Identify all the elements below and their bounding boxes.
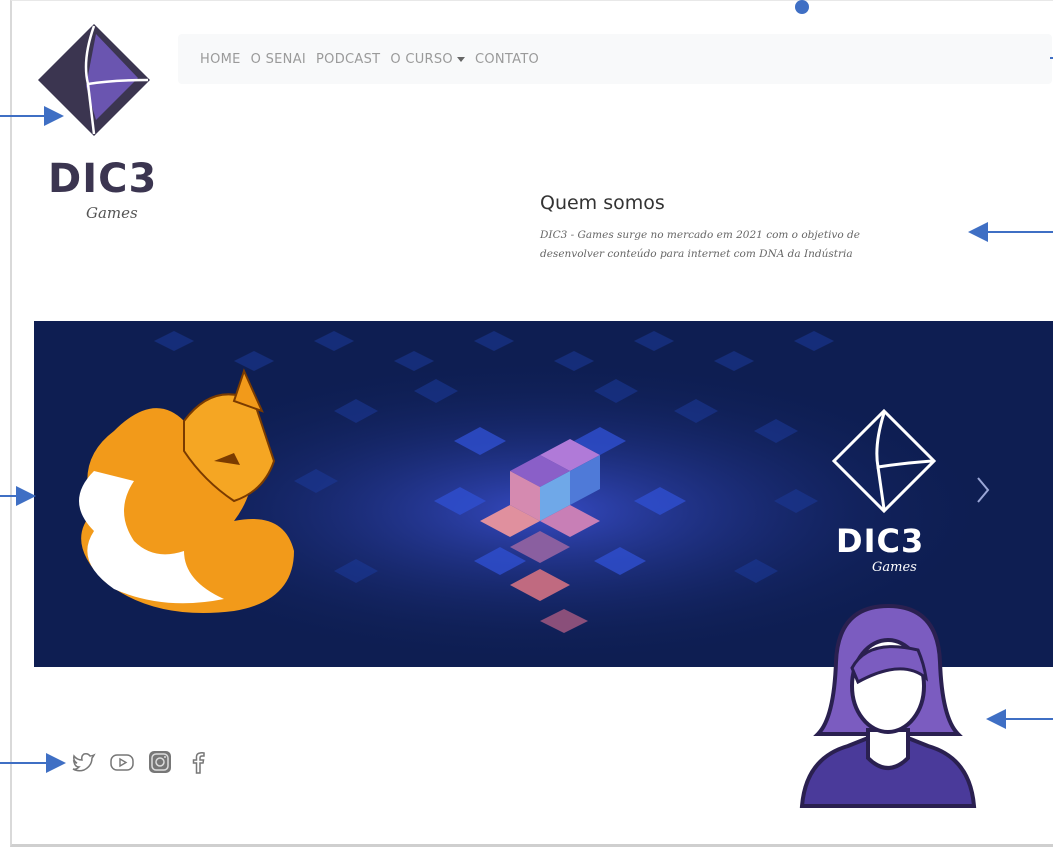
brand-subtitle: Games (86, 204, 138, 222)
instagram-icon[interactable] (146, 748, 174, 776)
about-section: Quem somos DIC3 - Games surge no mercado… (540, 192, 960, 264)
nav-o-curso-label: O CURSO (390, 51, 453, 67)
about-text: DIC3 - Games surge no mercado em 2021 co… (540, 226, 960, 264)
user-avatar-icon (799, 603, 977, 808)
banner-logo-title: DIC3 (836, 522, 925, 560)
navbar: HOME O SENAI PODCAST O CURSO CONTATO (178, 34, 1052, 84)
social-links (70, 748, 212, 776)
facebook-icon[interactable] (184, 748, 212, 776)
twitter-icon[interactable] (70, 748, 98, 776)
nav-o-senai[interactable]: O SENAI (251, 52, 306, 67)
brand-logo[interactable]: DIC3 Games (28, 20, 160, 222)
caret-down-icon (456, 56, 465, 62)
nav-home[interactable]: HOME (200, 52, 241, 67)
banner-logo-subtitle: Games (872, 560, 917, 575)
brand-diamond-icon (38, 24, 150, 136)
carousel-next-chevron-icon[interactable] (968, 470, 998, 510)
nav-o-curso-dropdown[interactable]: O CURSO (390, 52, 465, 67)
brand-title: DIC3 (48, 156, 158, 202)
annotation-dot (795, 0, 809, 14)
nav-podcast[interactable]: PODCAST (316, 52, 380, 67)
about-title: Quem somos (540, 192, 665, 214)
youtube-icon[interactable] (108, 748, 136, 776)
about-text-line-1: DIC3 - Games surge no mercado em 2021 co… (540, 229, 860, 241)
nav-contato[interactable]: CONTATO (475, 52, 539, 67)
about-text-line-2: desenvolver conteúdo para internet com D… (540, 248, 853, 260)
